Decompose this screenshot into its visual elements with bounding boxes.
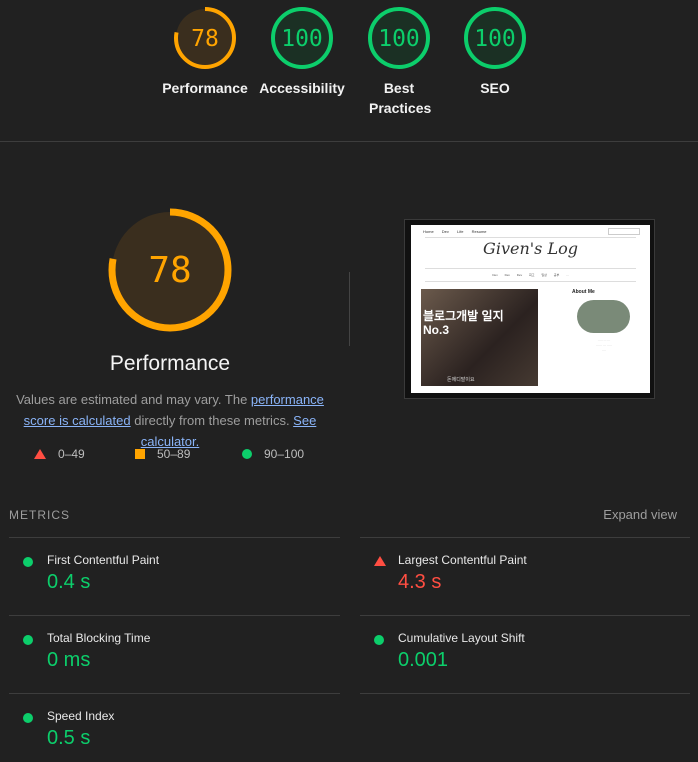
nav-item: Resume: [471, 229, 487, 234]
metric-value: 0.001: [398, 649, 449, 671]
circle-icon: [23, 557, 33, 567]
final-screenshot[interactable]: Home Dev Life Resume Given's Log Dev Dev…: [404, 219, 655, 399]
gauge-label: SEO: [480, 80, 510, 96]
gauge-score: 100: [281, 26, 323, 52]
metric-tbt: Total Blocking Time 0 ms: [9, 631, 309, 681]
metric-name: First Contentful Paint: [47, 553, 160, 567]
circle-icon: [23, 713, 33, 723]
about-text: ····· ··· ··· ······ ··· ····· ····: [596, 338, 612, 352]
gauge-score: 78: [191, 26, 219, 52]
gauge-ring: 78: [174, 7, 236, 69]
metric-divider: [9, 693, 340, 694]
gauge-seo[interactable]: 100 SEO: [440, 6, 550, 98]
gauge-label: Accessibility: [259, 80, 345, 96]
menu-item: ...: [566, 273, 569, 277]
hero-caption: 돈에디발이요: [447, 377, 475, 383]
menu-item: Dev: [492, 273, 498, 277]
gauge-ring: 100: [368, 7, 430, 69]
nav-item: Home: [423, 229, 434, 234]
legend-range: 0–49: [58, 447, 85, 461]
legend-range: 90–100: [264, 447, 305, 461]
note-text: Values are estimated and may vary. The: [16, 392, 251, 407]
gauge-label: Best Practices: [369, 80, 432, 116]
performance-score: 78: [148, 250, 191, 291]
performance-title: Performance: [109, 352, 231, 375]
gauge-ring: 100: [271, 7, 333, 69]
circle-icon: [23, 635, 33, 645]
screenshot-logo: Given's Log: [483, 239, 578, 258]
legend-range: 50–89: [157, 447, 191, 461]
metric-speed-index: Speed Index 0.5 s: [9, 709, 309, 759]
screenshot-nav: Home Dev Life Resume: [423, 229, 494, 234]
triangle-icon: [34, 449, 46, 459]
legend-good: 90–100: [242, 447, 304, 461]
gauge-label: Performance: [162, 80, 248, 96]
section-divider: [0, 141, 698, 142]
gauge-performance[interactable]: 78 Performance: [150, 6, 260, 98]
metric-fcp: First Contentful Paint 0.4 s: [9, 553, 309, 603]
gauge-ring: 100: [464, 7, 526, 69]
metric-cls: Cumulative Layout Shift 0.001: [360, 631, 660, 681]
menu-item: Dev: [516, 273, 523, 277]
nav-item: Life: [457, 229, 464, 234]
metric-name: Cumulative Layout Shift: [398, 631, 525, 645]
metrics-heading: METRICS: [9, 508, 70, 522]
screenshot-rule: [425, 237, 636, 238]
performance-gauge: 78: [100, 200, 240, 345]
screenshot-hero-image: 블로그개발 일지 No.3 돈에디발이요: [421, 289, 538, 386]
metric-value: 4.3 s: [398, 571, 442, 593]
metric-divider: [9, 537, 340, 538]
metric-lcp: Largest Contentful Paint 4.3 s: [360, 553, 660, 603]
legend-poor: 0–49: [34, 447, 85, 461]
gauge-accessibility[interactable]: 100 Accessibility: [247, 6, 357, 98]
metric-divider: [360, 537, 690, 538]
circle-icon: [242, 449, 252, 459]
screenshot-menu: Dev Dev Dev 회고 일상 공부 ...: [411, 273, 650, 277]
hero-title: 블로그개발 일지 No.3: [423, 309, 504, 337]
metric-name: Total Blocking Time: [47, 631, 151, 645]
gauge-score: 100: [378, 26, 420, 52]
performance-note: Values are estimated and may vary. The p…: [6, 389, 334, 452]
metric-divider: [360, 615, 690, 616]
gauge-best-practices[interactable]: 100 Best Practices: [344, 6, 454, 118]
metric-value: 0.5 s: [47, 727, 91, 749]
screenshot-rule: [425, 268, 636, 269]
screenshot-search: [608, 228, 640, 235]
expand-view-button[interactable]: Expand view: [603, 507, 677, 522]
metric-divider: [360, 693, 690, 694]
menu-item: 공부: [553, 273, 560, 277]
nav-item: Dev: [441, 229, 449, 234]
metric-value: 0 ms: [47, 649, 91, 671]
metric-name: Largest Contentful Paint: [398, 553, 527, 567]
about-title: About Me: [572, 289, 595, 295]
circle-icon: [374, 635, 384, 645]
metric-name: Speed Index: [47, 709, 115, 723]
menu-item: 회고: [528, 273, 535, 277]
gauge-score: 100: [474, 26, 516, 52]
performance-gauge-ring: 78: [108, 208, 232, 332]
triangle-icon: [374, 556, 386, 566]
metric-divider: [9, 615, 340, 616]
note-text: directly from these metrics.: [130, 413, 294, 428]
summary-gauges: 78 Performance 100 Accessibility 100 Bes…: [0, 0, 698, 140]
legend-average: 50–89: [135, 447, 190, 461]
menu-item: 일상: [541, 273, 547, 277]
metric-value: 0.4 s: [47, 571, 91, 593]
menu-item: Dev: [504, 273, 510, 277]
screenshot-rule: [425, 281, 636, 282]
screenshot-page: Home Dev Life Resume Given's Log Dev Dev…: [411, 225, 650, 393]
vertical-divider: [349, 272, 350, 346]
avatar: [577, 300, 630, 333]
square-icon: [135, 449, 145, 459]
